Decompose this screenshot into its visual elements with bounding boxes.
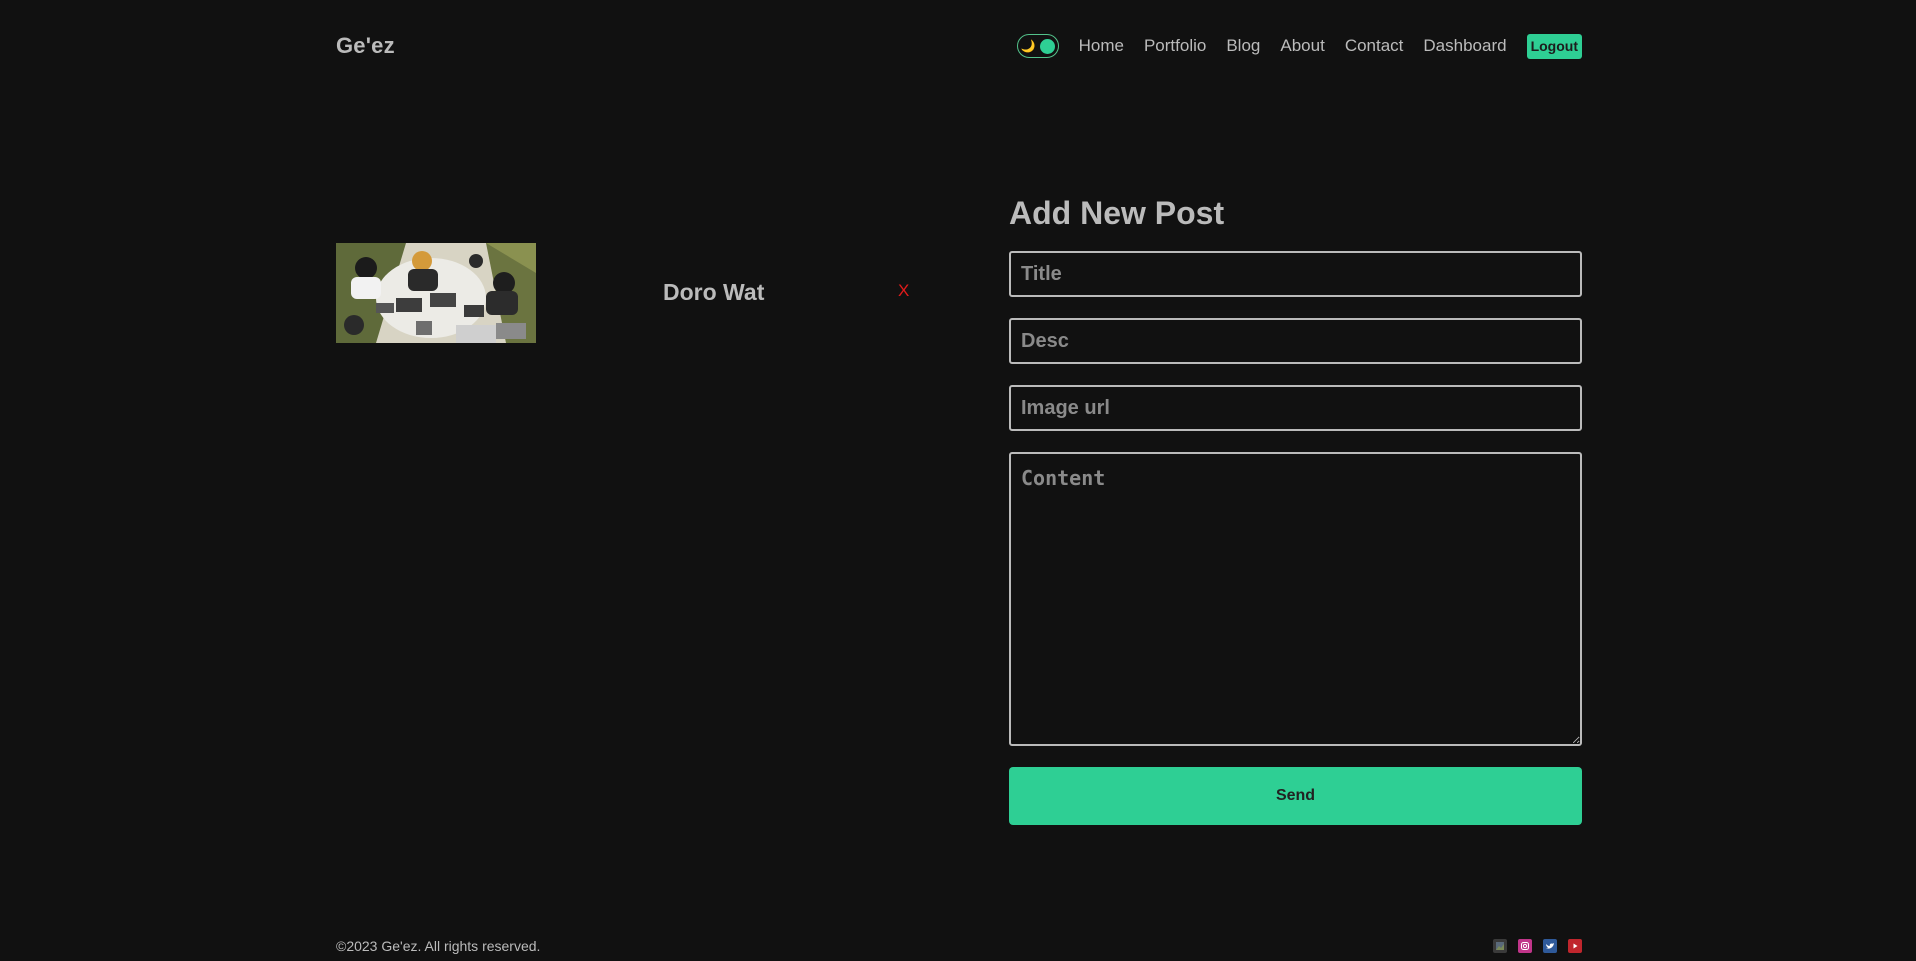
theme-toggle[interactable]: 🌙 xyxy=(1016,34,1059,58)
post-title[interactable]: Doro Wat xyxy=(663,279,764,306)
nav-portfolio[interactable]: Portfolio xyxy=(1144,36,1206,56)
moon-icon: 🌙 xyxy=(1020,39,1036,53)
post-thumbnail-image xyxy=(336,243,536,343)
image-url-input[interactable] xyxy=(1009,385,1582,431)
social-links xyxy=(1482,939,1582,953)
nav-dashboard[interactable]: Dashboard xyxy=(1423,36,1506,56)
nav-contact[interactable]: Contact xyxy=(1345,36,1404,56)
navbar: Ge'ez 🌙 Home Portfolio Blog About Contac… xyxy=(336,28,1582,64)
copyright-text: ©2023 Ge'ez. All rights reserved. xyxy=(336,938,541,954)
send-button[interactable]: Send xyxy=(1009,767,1582,825)
new-post-form: Add New Post Send xyxy=(1009,193,1582,825)
nav-blog[interactable]: Blog xyxy=(1226,36,1260,56)
facebook-icon[interactable] xyxy=(1493,939,1507,953)
site-logo[interactable]: Ge'ez xyxy=(336,33,395,59)
delete-post-button[interactable]: X xyxy=(898,281,909,301)
post-item: Doro Wat X xyxy=(336,243,916,343)
footer: ©2023 Ge'ez. All rights reserved. xyxy=(336,937,1582,955)
twitter-icon[interactable] xyxy=(1543,939,1557,953)
logout-button[interactable]: Logout xyxy=(1526,33,1582,59)
toggle-knob xyxy=(1039,38,1055,54)
nav-about[interactable]: About xyxy=(1280,36,1324,56)
instagram-icon[interactable] xyxy=(1518,939,1532,953)
youtube-icon[interactable] xyxy=(1568,939,1582,953)
content-textarea[interactable] xyxy=(1009,452,1582,746)
title-input[interactable] xyxy=(1009,251,1582,297)
form-heading: Add New Post xyxy=(1009,195,1225,231)
nav-home[interactable]: Home xyxy=(1079,36,1124,56)
desc-input[interactable] xyxy=(1009,318,1582,364)
nav-links: 🌙 Home Portfolio Blog About Contact Dash… xyxy=(1016,33,1582,59)
